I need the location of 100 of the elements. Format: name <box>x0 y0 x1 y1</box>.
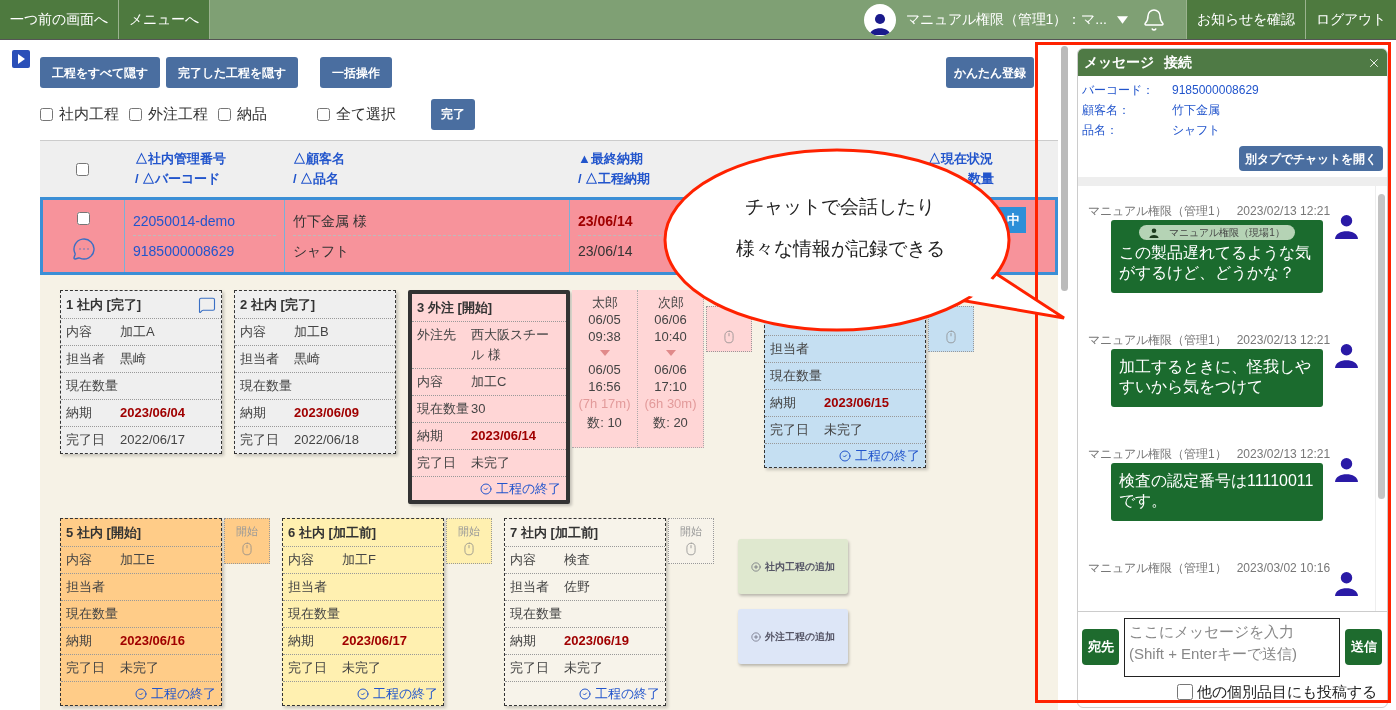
send-button[interactable]: 送信 <box>1345 629 1382 665</box>
field-label: 現在数量 <box>66 377 119 395</box>
open-tab-button[interactable]: 別タブでチャットを開く <box>1239 146 1383 171</box>
toolbar-button[interactable]: 工程をすべて隠す <box>40 57 160 88</box>
field-label: 現在数量 <box>288 605 341 623</box>
column-header[interactable]: △社内管理番号 <box>135 149 226 169</box>
expand-icon[interactable] <box>12 50 30 68</box>
field-label: 完了日 <box>417 454 457 472</box>
process-card[interactable]: 2 社内 [完了] 内容 加工B 担当者 黒崎 現在数量 納期 2023/06/09 完了日 2022/06/18 <box>234 290 396 454</box>
toolbar-button[interactable]: 一括操作 <box>320 57 392 88</box>
nav-button[interactable]: 一つ前の画面へ <box>0 0 119 39</box>
field-label: 現在数量 <box>510 605 563 623</box>
message-time: 2023/02/13 12:21 <box>1236 446 1331 463</box>
field-value: 30 <box>471 400 486 418</box>
bell-icon[interactable] <box>1142 7 1166 32</box>
checkbox[interactable] <box>40 107 53 121</box>
message-text: 検査の認定番号は11110011です。 <box>1119 471 1315 511</box>
column-header[interactable]: / △品名 <box>293 169 340 189</box>
process-card[interactable]: 6 社内 [加工前] 内容 加工F 担当者 現在数量 納期 2023/06/17 完了日 未完了 工程の終了 <box>282 518 444 706</box>
field-value: 未完了 <box>824 421 863 439</box>
field-label: 完了日 <box>510 659 550 677</box>
field-label: 担当者 <box>240 350 280 368</box>
header-button[interactable]: お知らせを確認 <box>1186 0 1305 39</box>
info-label: 品名： <box>1082 122 1119 139</box>
person-icon <box>1149 227 1160 238</box>
field-label: 内容 <box>288 551 315 569</box>
field-label: 担当者 <box>288 578 328 596</box>
header-button[interactable]: ログアウト <box>1305 0 1396 39</box>
complete-button[interactable]: 完了 <box>431 98 475 130</box>
finish-link[interactable]: 工程の終了 <box>839 445 920 466</box>
person-icon <box>868 11 891 36</box>
checkbox[interactable] <box>1177 683 1193 700</box>
filter-label[interactable]: 納品 <box>237 102 267 126</box>
filter-label[interactable]: 社内工程 <box>59 102 119 126</box>
checkbox[interactable] <box>317 107 330 121</box>
comment-icon[interactable] <box>198 295 216 314</box>
start-time: 10:40 <box>654 328 687 345</box>
caret-icon[interactable] <box>1117 15 1128 24</box>
management-number-link[interactable]: 22050014-demo <box>133 206 276 236</box>
process-card[interactable]: 1 社内 [完了] 内容 加工A 担当者 黒崎 現在数量 納期 2023/06/04 完了日 2022/06/17 <box>60 290 222 454</box>
end-date: 06/05 <box>588 361 621 378</box>
column-header[interactable]: / △工程納期 <box>578 169 651 189</box>
worker-name: 太郎 <box>591 294 618 311</box>
select-all-label[interactable]: 全て選択 <box>336 102 396 126</box>
recipient-tag: マニュアル権限（現場1） <box>1139 225 1295 240</box>
filter-label[interactable]: 外注工程 <box>148 102 208 126</box>
field-value: 2022/06/17 <box>120 431 186 449</box>
barcode-link[interactable]: 9185000008629 <box>133 236 276 266</box>
scrollbar-thumb[interactable] <box>1060 46 1068 291</box>
finish-link[interactable]: 工程の終了 <box>579 683 660 704</box>
card-title: 6 社内 [加工前] <box>288 523 377 542</box>
finish-link[interactable]: 工程の終了 <box>480 478 561 499</box>
process-card[interactable]: 7 社内 [加工前] 内容 検査 担当者 佐野 現在数量 納期 2023/06/19 完了日 未完了 工程の終了 <box>504 518 666 706</box>
start-button[interactable] <box>928 306 974 352</box>
check-circle-icon <box>480 482 492 495</box>
quick-register-button[interactable]: かんたん登録 <box>946 57 1034 88</box>
field-label: 担当者 <box>770 340 810 358</box>
column-header[interactable]: ▲最終納期 <box>578 149 643 169</box>
process-card[interactable]: 3 外注 [開始] 外注先 西大阪スチール 様 内容 加工C 現在数量30 納期 2023/06/14 完了日 未完了 工程の終了 <box>408 290 570 504</box>
process-card[interactable]: 5 社内 [開始] 内容 加工E 担当者 現在数量 納期 2023/06/16 完了日 未完了 工程の終了 <box>60 518 222 706</box>
field-value: 加工C <box>471 373 507 391</box>
column-header[interactable]: △顧客名 <box>293 149 345 169</box>
mouse-icon <box>722 329 736 345</box>
field-label: 担当者 <box>66 350 106 368</box>
field-label: 現在数量 <box>417 400 470 418</box>
chat-icon[interactable] <box>71 236 96 261</box>
user-name[interactable]: マニュアル権限（管理1）：マ... <box>905 9 1107 30</box>
info-label: 顧客名： <box>1082 102 1131 119</box>
plus-circle-icon <box>751 631 761 642</box>
field-value: 2023/06/16 <box>120 632 186 650</box>
product-name: シャフト <box>293 242 350 261</box>
finish-link[interactable]: 工程の終了 <box>357 683 438 704</box>
field-value: 加工B <box>294 323 329 341</box>
checkbox[interactable] <box>129 107 142 121</box>
field-label: 内容 <box>417 373 444 391</box>
post-other-label[interactable]: 他の個別品目にも投稿する <box>1197 680 1377 703</box>
field-label: 納期 <box>66 404 93 422</box>
message-time: 2023/03/02 10:16 <box>1236 560 1331 577</box>
message-sender: マニュアル権限（管理1） <box>1088 203 1227 220</box>
finish-link[interactable]: 工程の終了 <box>135 683 216 704</box>
avatar-icon <box>1334 343 1359 368</box>
avatar[interactable] <box>863 3 896 36</box>
checkbox[interactable] <box>76 162 89 176</box>
field-value: 佐野 <box>564 578 590 596</box>
add-process-button[interactable]: 社内工程の追加 <box>738 539 848 594</box>
checkbox[interactable] <box>77 211 90 225</box>
field-value: 未完了 <box>471 454 510 472</box>
scrollbar-thumb[interactable] <box>1378 194 1385 499</box>
add-process-button[interactable]: 外注工程の追加 <box>738 609 848 664</box>
check-circle-icon <box>839 449 851 462</box>
start-date: 06/06 <box>654 311 687 328</box>
nav-button[interactable]: メニューへ <box>119 0 210 39</box>
column-header[interactable]: / △バーコード <box>135 169 221 189</box>
toolbar-button[interactable]: 完了した工程を隠す <box>166 57 298 88</box>
message-input[interactable]: ここにメッセージを入力 (Shift + Enterキーで送信) <box>1124 617 1340 677</box>
field-value: 2023/06/15 <box>824 394 890 412</box>
checkbox[interactable] <box>218 107 231 121</box>
customer-name: 竹下金属 様 <box>293 206 561 236</box>
message-time: 2023/02/13 12:21 <box>1236 332 1331 349</box>
recipient-button[interactable]: 宛先 <box>1082 629 1119 665</box>
